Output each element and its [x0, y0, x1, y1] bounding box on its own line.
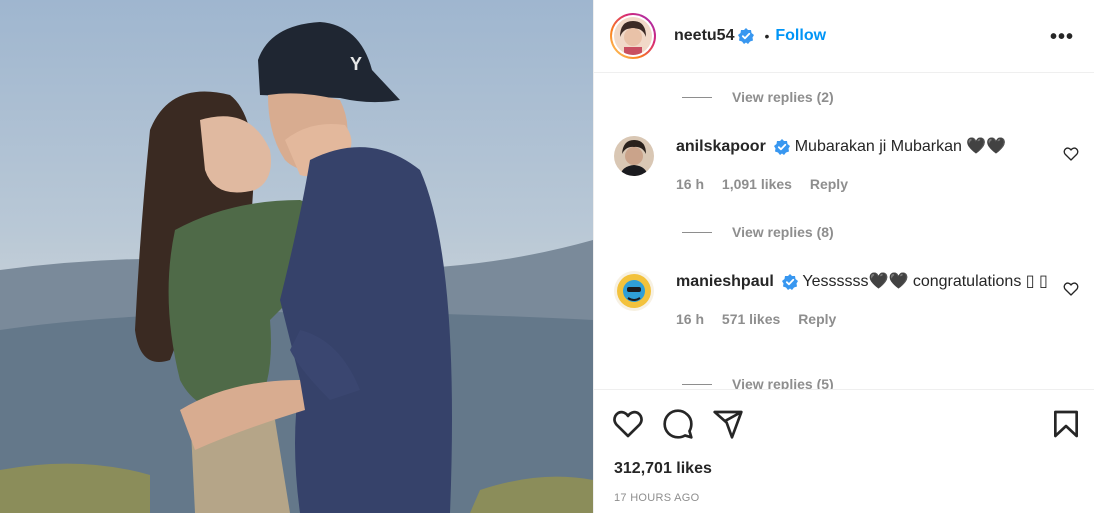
- comments-list[interactable]: View replies (2) anilskapoor Mubarakan j…: [594, 74, 1094, 389]
- commenter-username[interactable]: anilskapoor: [676, 138, 766, 155]
- comment-meta: 16 h 1,091 likes Reply: [676, 176, 1079, 192]
- post-likes[interactable]: 312,701 likes: [614, 460, 712, 478]
- share-icon[interactable]: [712, 408, 744, 440]
- post-photo[interactable]: Y: [0, 0, 593, 513]
- heart-icon[interactable]: [612, 408, 644, 440]
- like-comment-heart-icon[interactable]: [1063, 146, 1079, 162]
- commenter-avatar[interactable]: [614, 271, 654, 311]
- reply-divider: [682, 383, 712, 385]
- verified-badge-icon: [738, 28, 755, 44]
- comment-text: Mubarakan ji Mubarkan 🖤🖤: [794, 138, 1007, 155]
- view-replies-label: View replies (2): [732, 89, 834, 105]
- post-panel: neetu54 • Follow ••• View replies (2) an…: [593, 0, 1094, 513]
- post-actions: 312,701 likes 17 HOURS AGO: [594, 389, 1094, 513]
- verified-badge-icon: [782, 273, 799, 290]
- separator-dot: •: [764, 28, 770, 44]
- comment-time: 16 h: [676, 311, 705, 327]
- svg-text:Y: Y: [350, 54, 362, 74]
- reply-divider: [682, 231, 712, 233]
- bookmark-icon[interactable]: [1050, 408, 1082, 440]
- like-comment-heart-icon[interactable]: [1063, 281, 1079, 297]
- comment-likes[interactable]: 571 likes: [722, 311, 780, 327]
- comment-item: anilskapoor Mubarakan ji Mubarkan 🖤🖤 16 …: [614, 136, 1079, 192]
- comment-item: manieshpaul Yessssss🖤🖤 congratulations ▯…: [614, 271, 1079, 327]
- view-replies-button[interactable]: View replies (2): [682, 89, 834, 105]
- follow-button[interactable]: Follow: [775, 27, 826, 45]
- view-replies-label: View replies (8): [732, 224, 834, 240]
- commenter-avatar[interactable]: [614, 136, 654, 176]
- comment-time: 16 h: [676, 176, 705, 192]
- author-username[interactable]: neetu54: [674, 27, 734, 45]
- commenter-username[interactable]: manieshpaul: [676, 273, 774, 290]
- comment-icon[interactable]: [662, 408, 694, 440]
- reply-button[interactable]: Reply: [810, 176, 848, 192]
- post-timestamp: 17 HOURS AGO: [614, 492, 700, 504]
- comment-likes[interactable]: 1,091 likes: [722, 176, 792, 192]
- more-options-icon[interactable]: •••: [1050, 26, 1074, 49]
- reply-button[interactable]: Reply: [798, 311, 836, 327]
- post-header: neetu54 • Follow •••: [594, 0, 1094, 73]
- view-replies-button[interactable]: View replies (8): [682, 224, 834, 240]
- view-replies-label: View replies (5): [732, 376, 834, 389]
- comment-meta: 16 h 571 likes Reply: [676, 311, 1079, 327]
- view-replies-button[interactable]: View replies (5): [682, 376, 834, 389]
- verified-badge-icon: [774, 138, 791, 155]
- reply-divider: [682, 96, 712, 98]
- author-avatar[interactable]: [610, 13, 656, 59]
- comment-text: Yessssss🖤🖤 congratulations ▯ ▯: [802, 273, 1048, 290]
